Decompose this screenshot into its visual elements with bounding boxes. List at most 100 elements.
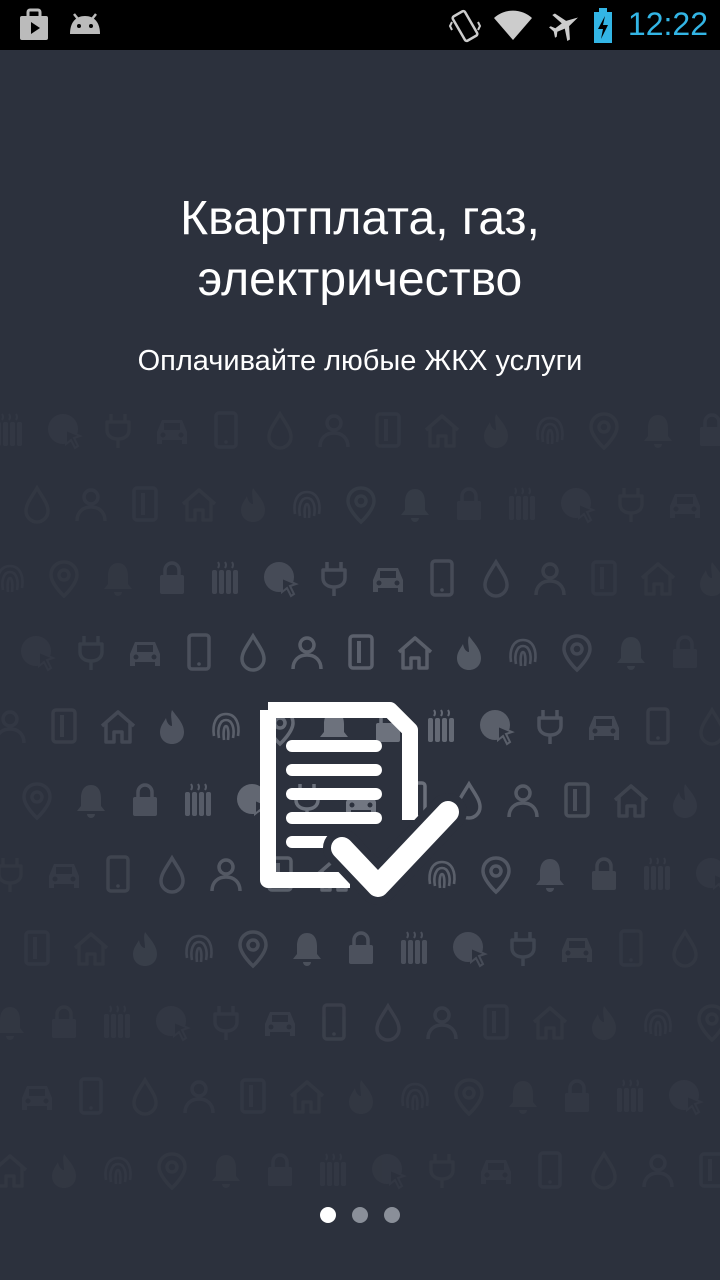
phone-icon xyxy=(187,633,211,671)
lock-icon xyxy=(50,1005,78,1040)
car-icon xyxy=(670,494,700,518)
water-drop-icon xyxy=(267,412,293,450)
card-icon xyxy=(564,782,590,818)
radiator-icon xyxy=(184,783,212,817)
location-pin-icon xyxy=(22,782,52,820)
globe-cursor-icon xyxy=(479,709,513,745)
lock-icon xyxy=(158,561,186,596)
location-pin-icon xyxy=(481,856,511,894)
plug-icon xyxy=(321,560,347,598)
status-bar: 12:22 xyxy=(0,0,720,50)
home-icon xyxy=(0,1154,28,1188)
card-icon xyxy=(51,708,77,744)
vibrate-icon xyxy=(448,9,482,43)
page-dot[interactable] xyxy=(352,1207,368,1223)
fingerprint-icon xyxy=(104,1156,132,1186)
page-title: Квартплата, газ, электричество xyxy=(0,188,720,310)
plug-icon xyxy=(105,412,131,450)
water-drop-icon xyxy=(132,1078,158,1116)
page-indicator[interactable] xyxy=(0,1207,720,1228)
location-pin-icon xyxy=(454,1078,484,1116)
globe-cursor-icon xyxy=(371,1153,405,1189)
car-icon xyxy=(130,642,160,666)
globe-cursor-icon xyxy=(155,1005,189,1041)
location-pin-icon xyxy=(589,412,619,450)
document-check-icon xyxy=(260,702,467,905)
person-icon xyxy=(507,784,539,819)
phone-icon xyxy=(79,1077,103,1115)
bell-icon xyxy=(617,637,645,670)
plug-icon xyxy=(78,634,104,672)
person-icon xyxy=(426,1006,458,1041)
radiator-icon xyxy=(103,1005,131,1039)
car-icon xyxy=(562,938,592,962)
person-icon xyxy=(75,488,107,523)
water-drop-icon xyxy=(240,634,266,672)
card-icon xyxy=(591,560,617,596)
phone-icon xyxy=(646,707,670,745)
onboarding-screen[interactable]: Квартплата, газ, электричество Оплачивайт… xyxy=(0,50,720,1280)
card-icon xyxy=(24,930,50,966)
home-icon xyxy=(73,932,109,966)
battery-charging-icon xyxy=(594,8,612,43)
globe-cursor-icon xyxy=(560,487,594,523)
fire-icon xyxy=(592,1006,616,1040)
fingerprint-icon xyxy=(212,712,240,742)
water-drop-icon xyxy=(699,708,720,746)
fingerprint-icon xyxy=(536,416,564,446)
fingerprint-icon xyxy=(185,934,213,964)
location-pin-icon xyxy=(49,560,79,598)
radiator-icon xyxy=(319,1153,347,1187)
card-icon xyxy=(375,412,401,448)
phone-icon xyxy=(322,1003,346,1041)
page-title-line: электричество xyxy=(197,253,523,306)
globe-cursor-icon xyxy=(20,635,54,671)
fingerprint-icon xyxy=(644,1008,672,1038)
person-icon xyxy=(318,414,350,449)
lock-icon xyxy=(590,857,618,892)
globe-cursor-icon xyxy=(668,1079,702,1115)
page-subtitle: Оплачивайте любые ЖКХ услуги xyxy=(137,345,583,377)
card-icon xyxy=(483,1004,509,1040)
airplane-mode-icon xyxy=(549,13,578,41)
plug-icon xyxy=(537,708,563,746)
person-icon xyxy=(183,1080,215,1115)
phone-icon xyxy=(214,411,238,449)
lock-icon xyxy=(698,413,720,448)
globe-cursor-icon xyxy=(263,561,297,597)
page-title-line: Квартплата, газ, xyxy=(180,192,540,245)
lock-icon xyxy=(563,1079,591,1114)
bell-icon xyxy=(536,859,564,892)
card-icon xyxy=(240,1078,266,1114)
car-icon xyxy=(589,716,619,740)
plug-icon xyxy=(429,1152,455,1190)
water-drop-icon xyxy=(159,856,185,894)
location-pin-icon xyxy=(346,486,376,524)
home-icon xyxy=(289,1080,325,1114)
fire-icon xyxy=(484,414,508,448)
fire-icon xyxy=(241,488,265,522)
radiator-icon xyxy=(0,413,23,447)
location-pin-icon xyxy=(697,1004,720,1042)
person-icon xyxy=(0,710,26,745)
radiator-icon xyxy=(211,561,239,595)
clock: 12:22 xyxy=(627,6,708,42)
lock-icon xyxy=(266,1153,294,1188)
wifi-icon xyxy=(494,10,532,40)
home-icon xyxy=(397,636,433,670)
person-icon xyxy=(210,858,242,893)
phone-icon xyxy=(430,559,454,597)
water-drop-icon xyxy=(24,486,50,524)
globe-cursor-icon xyxy=(47,413,81,449)
location-pin-icon xyxy=(238,930,268,968)
lock-icon xyxy=(347,931,375,966)
lock-icon xyxy=(455,487,483,522)
water-drop-icon xyxy=(672,930,698,968)
card-icon xyxy=(132,486,158,522)
card-icon xyxy=(348,634,374,670)
page-dot[interactable] xyxy=(320,1207,336,1223)
page-dot[interactable] xyxy=(384,1207,400,1223)
globe-cursor-icon xyxy=(695,857,720,893)
bell-icon xyxy=(401,489,429,522)
bell-icon xyxy=(77,785,105,818)
